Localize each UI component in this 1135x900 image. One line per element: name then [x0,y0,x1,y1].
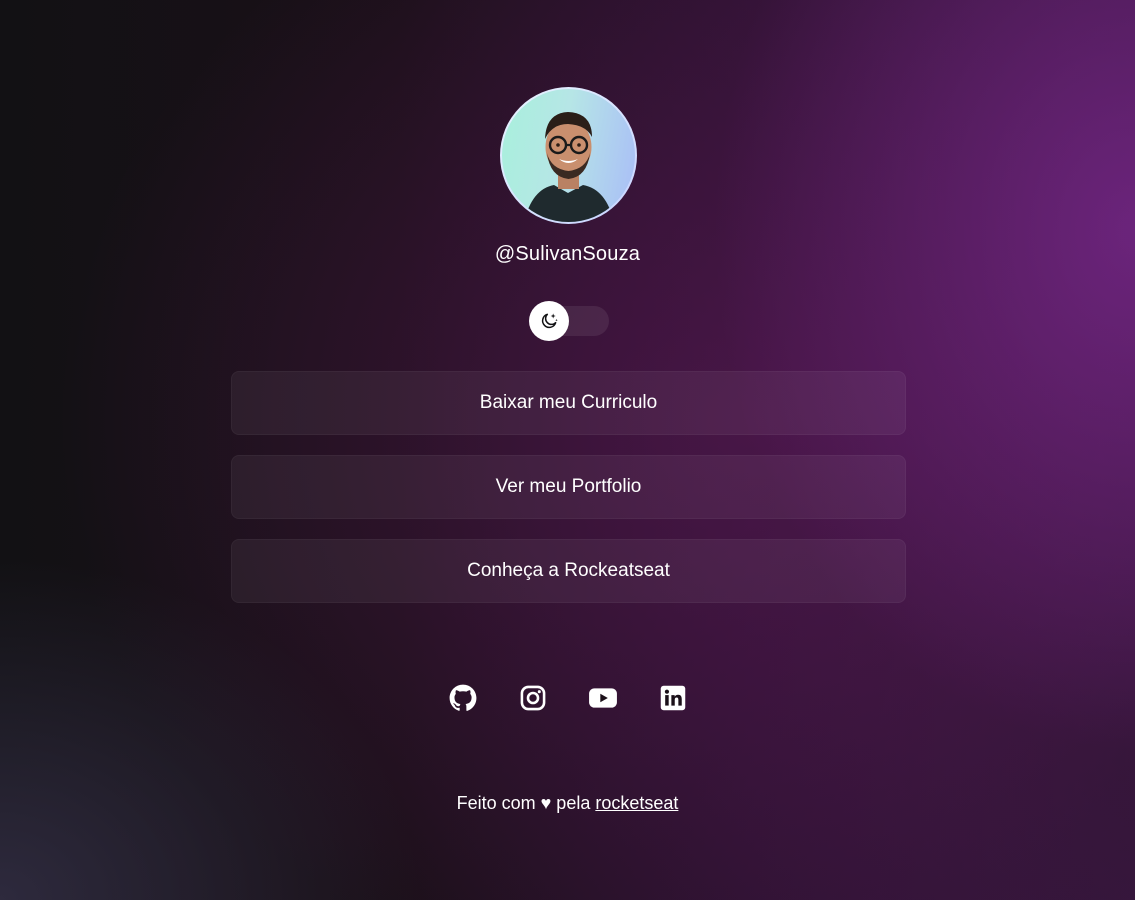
linkedin-link[interactable] [658,683,688,713]
portfolio-button[interactable]: Ver meu Portfolio [231,455,906,519]
person-illustration [524,112,614,222]
rocketseat-footer-link[interactable]: rocketseat [595,793,678,813]
social-links [0,683,1135,713]
github-link[interactable] [448,683,478,713]
moon-stars-icon [541,313,558,329]
footer: Feito com ♥ pela rocketseat [0,793,1135,814]
avatar-photo [502,89,635,222]
linkedin-icon [660,685,685,711]
links-list: Baixar meu Curriculo Ver meu Portfolio C… [231,371,906,623]
username: @SulivanSouza [494,243,641,265]
switch-knob[interactable] [529,301,569,341]
footer-text: Feito com ♥ pela [456,793,596,813]
instagram-icon [520,685,545,711]
download-resume-button[interactable]: Baixar meu Curriculo [231,371,906,435]
avatar [500,87,637,224]
theme-switch[interactable] [529,301,609,341]
youtube-icon [588,688,617,708]
rocketseat-button[interactable]: Conheça a Rockeatseat [231,539,906,603]
github-icon [449,684,476,711]
youtube-link[interactable] [588,683,618,713]
instagram-link[interactable] [518,683,548,713]
page: @SulivanSouza Baixar meu Curriculo Ver m… [0,0,1135,900]
